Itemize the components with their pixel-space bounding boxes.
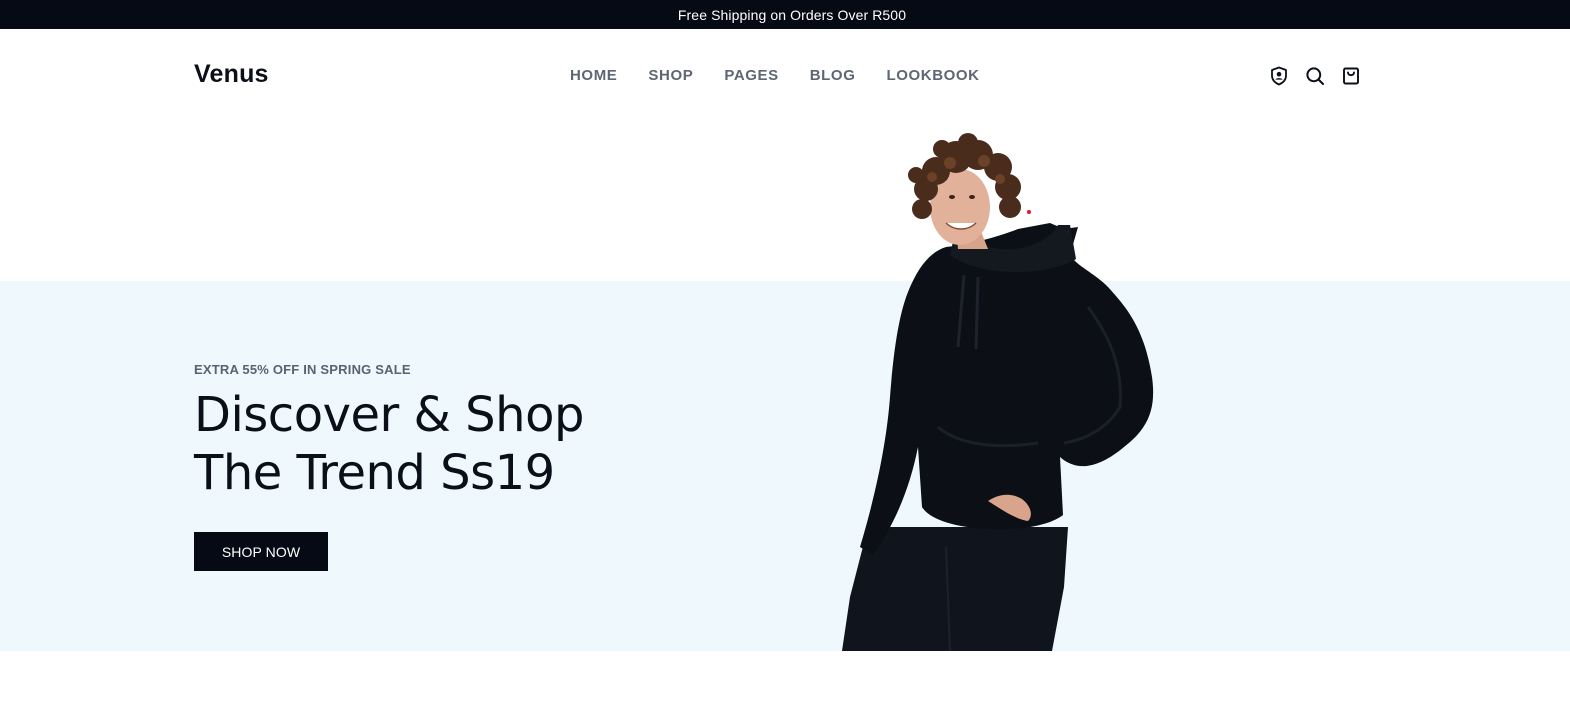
cursor-indicator [1027,210,1031,214]
announcement-text: Free Shipping on Orders Over R500 [677,6,907,23]
announcement-bar: Free Shipping on Orders Over R500 [0,0,1570,29]
account-shield-icon[interactable] [1268,65,1290,87]
hooded-model-image [842,133,1154,651]
logo[interactable]: Venus [194,60,269,89]
shop-now-button[interactable]: SHOP NOW [194,532,328,571]
nav-item-lookbook[interactable]: LOOKBOOK [886,67,979,85]
hero-subtitle: EXTRA 55% OFF IN SPRING SALE [194,362,411,377]
site-header: Venus HOME SHOP PAGES BLOG LOOKBOOK [0,29,1570,123]
hero-title-line-2: The Trend Ss19 [194,445,555,501]
nav-item-shop[interactable]: SHOP [648,67,693,85]
main-nav: HOME SHOP PAGES BLOG LOOKBOOK [570,67,1011,85]
cart-icon[interactable] [1340,65,1362,87]
hero-title: Discover & Shop The Trend Ss19 [194,386,714,502]
header-icons [1268,65,1362,87]
hero-title-line-1: Discover & Shop [194,387,584,443]
nav-item-home[interactable]: HOME [570,67,617,85]
nav-item-pages[interactable]: PAGES [724,67,778,85]
search-icon[interactable] [1304,65,1326,87]
nav-item-blog[interactable]: BLOG [810,67,856,85]
